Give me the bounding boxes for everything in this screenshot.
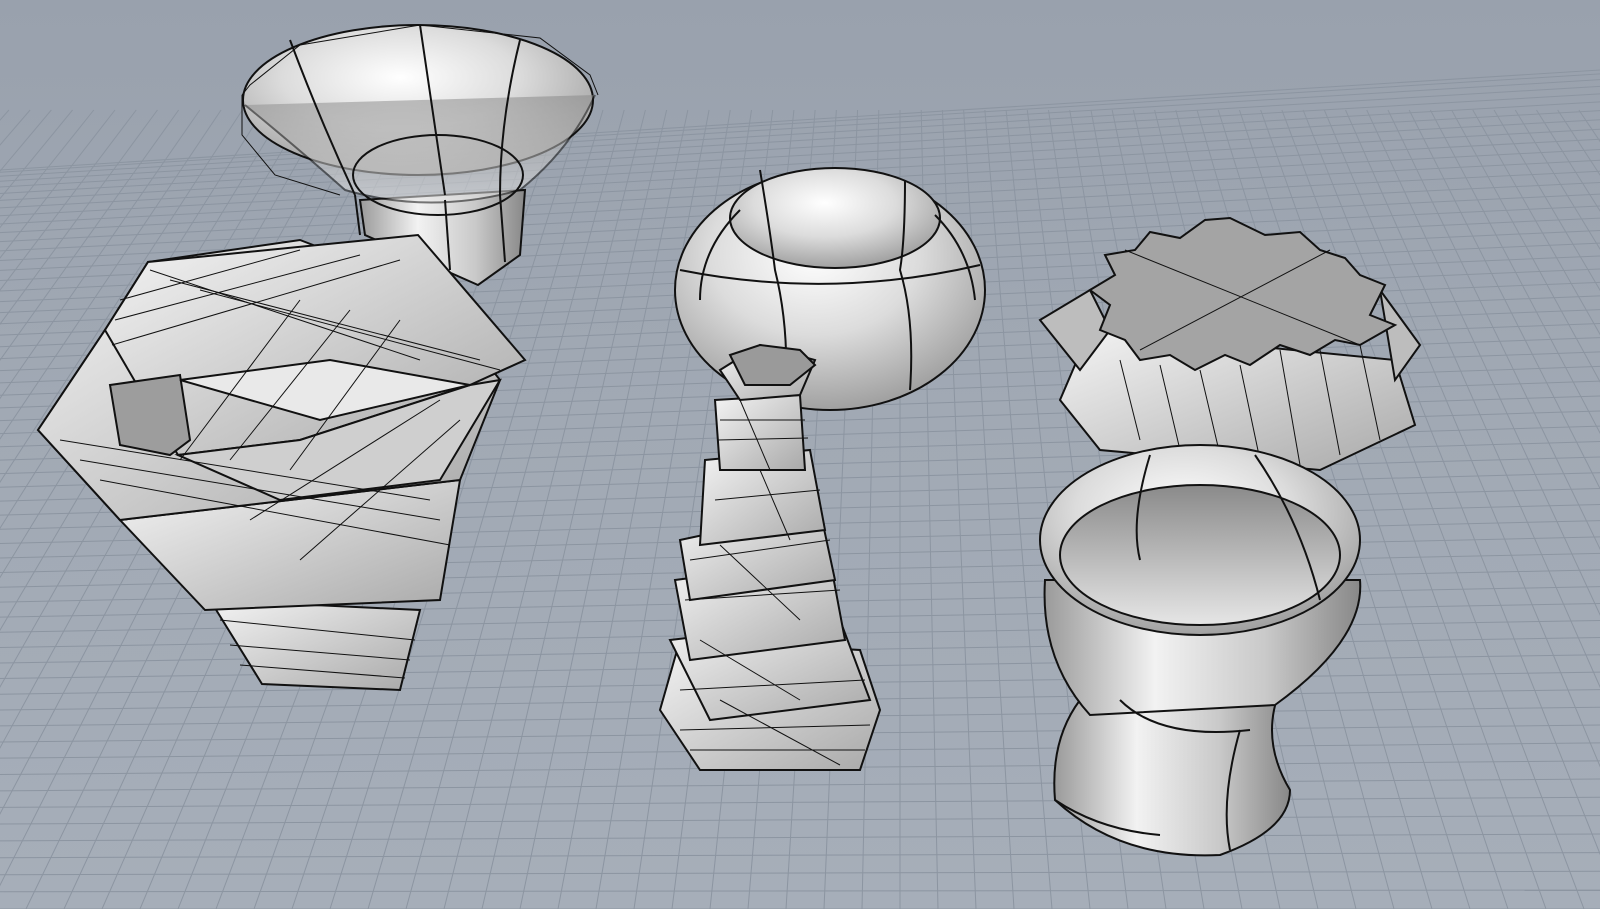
- twisted-polygon-vase-large[interactable]: [36, 233, 527, 692]
- grid-line: [0, 889, 1600, 893]
- bulb-vase[interactable]: [1039, 444, 1362, 857]
- grid-line: [0, 109, 31, 146]
- grid-line: [1578, 109, 1600, 143]
- grid-line: [1451, 109, 1600, 383]
- grid-line: [0, 109, 10, 121]
- grid-line: [1387, 109, 1600, 551]
- grid-line: [1408, 109, 1600, 490]
- grid-line: [1493, 109, 1600, 292]
- perspective-viewport[interactable]: [0, 0, 1600, 909]
- grid-line: [0, 796, 1600, 808]
- grid-line: [0, 73, 1600, 173]
- grid-line: [0, 85, 1600, 182]
- grid-line: [0, 815, 1600, 825]
- grid-line: [1536, 109, 1600, 212]
- grid-line: [0, 870, 1600, 876]
- grid-line: [1514, 109, 1600, 251]
- grid-line: [0, 852, 1600, 859]
- grid-line: [0, 833, 1600, 842]
- star-prism[interactable]: [1038, 216, 1422, 472]
- viewport-canvas[interactable]: [0, 0, 1600, 909]
